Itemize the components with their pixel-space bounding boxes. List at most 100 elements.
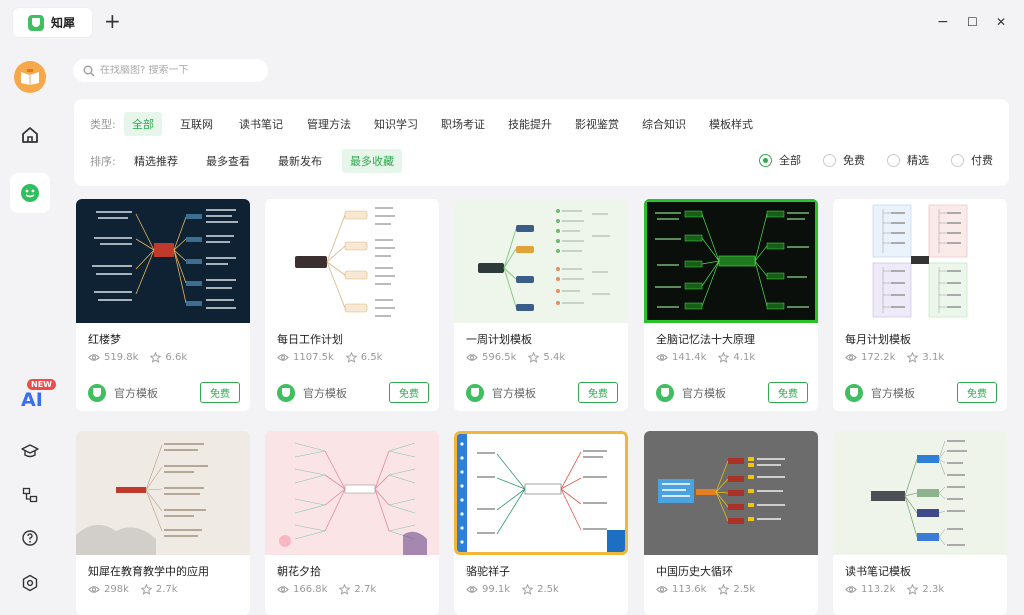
price-radio-free[interactable]: 免费 — [823, 152, 865, 168]
sort-chip-most-favorited[interactable]: 最多收藏 — [342, 149, 402, 173]
type-chip-film[interactable]: 影视鉴赏 — [567, 112, 627, 136]
card-footer: 官方模板 免费 — [277, 382, 429, 403]
card-stats: 172.2k 3.1k — [845, 352, 956, 363]
template-card[interactable]: 每月计划模板 172.2k 3.1k 官方模板 免费 — [833, 199, 1007, 411]
template-card[interactable]: 红楼梦 519.8k 6.6k 官方模板 免费 — [76, 199, 250, 411]
star-icon — [140, 584, 152, 595]
card-stars: 2.7k — [354, 584, 377, 595]
price-radio-featured[interactable]: 精选 — [887, 152, 929, 168]
eye-icon — [466, 354, 478, 361]
new-tab-button[interactable]: + — [104, 11, 121, 31]
star-icon — [150, 352, 162, 363]
template-card[interactable]: 一周计划模板 596.5k 5.4k 官方模板 免费 — [454, 199, 628, 411]
card-thumbnail — [454, 431, 628, 555]
card-footer: 官方模板 免费 — [656, 382, 808, 403]
template-community-icon — [21, 184, 39, 202]
template-card[interactable]: 朝花夕拾 166.8k 2.7k — [265, 431, 439, 615]
structure-icon — [22, 487, 38, 503]
price-radio-free-label: 免费 — [843, 154, 865, 167]
free-badge[interactable]: 免费 — [578, 382, 618, 403]
template-card[interactable]: 知犀在教育教学中的应用 298k 2.7k — [76, 431, 250, 615]
card-views: 172.2k — [861, 352, 896, 363]
type-chip-all[interactable]: 全部 — [124, 112, 162, 136]
card-views: 99.1k — [482, 584, 511, 595]
eye-icon — [656, 586, 668, 593]
search-input[interactable] — [100, 65, 260, 76]
sidebar-item-settings[interactable] — [10, 563, 50, 603]
card-stars: 5.4k — [543, 352, 566, 363]
card-author: 官方模板 — [682, 386, 726, 400]
eye-icon — [88, 354, 100, 361]
card-thumbnail — [76, 431, 250, 555]
eye-icon — [277, 586, 289, 593]
template-card[interactable]: 全脑记忆法十大原理 141.4k 4.1k 官方模板 免费 — [644, 199, 818, 411]
star-icon — [907, 352, 919, 363]
price-radio-all[interactable]: 全部 — [759, 152, 801, 168]
sidebar-item-help[interactable] — [10, 518, 50, 558]
sidebar-item-templates[interactable] — [10, 173, 50, 213]
card-author: 官方模板 — [871, 386, 915, 400]
sidebar-item-learn[interactable] — [10, 431, 50, 471]
type-chip-internet[interactable]: 互联网 — [172, 112, 221, 136]
sidebar: NEW AI — [0, 45, 60, 615]
maximize-button[interactable]: ☐ — [967, 14, 978, 30]
template-card[interactable]: 中国历史大循环 113.6k 2.5k — [644, 431, 818, 615]
price-radio-paid-label: 付费 — [971, 154, 993, 167]
card-thumbnail — [644, 431, 818, 555]
sort-chip-most-viewed[interactable]: 最多查看 — [198, 149, 258, 173]
card-title: 中国历史大循环 — [656, 565, 733, 578]
card-title: 全脑记忆法十大原理 — [656, 333, 755, 346]
type-chip-template-style[interactable]: 模板样式 — [701, 112, 761, 136]
card-stats: 519.8k 6.6k — [88, 352, 199, 363]
type-chip-reading-notes[interactable]: 读书笔记 — [231, 112, 291, 136]
filter-panel: 类型: 全部 互联网 读书笔记 管理方法 知识学习 职场考证 技能提升 影视鉴赏… — [74, 99, 1009, 186]
ai-assistant-button[interactable]: NEW AI — [21, 379, 56, 411]
star-icon — [339, 584, 351, 595]
card-views: 113.2k — [861, 584, 896, 595]
price-radio-featured-label: 精选 — [907, 154, 929, 167]
card-stars: 3.1k — [922, 352, 945, 363]
sort-chip-featured[interactable]: 精选推荐 — [126, 149, 186, 173]
card-thumbnail — [644, 199, 818, 323]
star-icon — [718, 352, 730, 363]
search-box[interactable] — [73, 59, 268, 82]
close-button[interactable]: ✕ — [996, 14, 1006, 30]
eye-icon — [466, 586, 478, 593]
avatar[interactable] — [14, 61, 46, 93]
sort-chip-newest[interactable]: 最新发布 — [270, 149, 330, 173]
author-logo-icon — [277, 383, 295, 402]
type-filter-label: 类型: — [90, 118, 116, 131]
star-icon — [718, 584, 730, 595]
template-card[interactable]: 读书笔记模板 113.2k 2.3k — [833, 431, 1007, 615]
template-card[interactable]: 骆驼祥子 99.1k 2.5k — [454, 431, 628, 615]
type-chip-management[interactable]: 管理方法 — [299, 112, 359, 136]
free-badge[interactable]: 免费 — [389, 382, 429, 403]
app-tab[interactable]: 知犀 — [13, 8, 92, 37]
card-thumbnail — [265, 431, 439, 555]
card-stats: 99.1k 2.5k — [466, 584, 571, 595]
card-thumbnail — [76, 199, 250, 323]
card-views: 519.8k — [104, 352, 139, 363]
star-icon — [522, 584, 534, 595]
card-author: 官方模板 — [303, 386, 347, 400]
minimize-button[interactable]: − — [937, 14, 949, 30]
eye-icon — [277, 354, 289, 361]
price-radio-paid[interactable]: 付费 — [951, 152, 993, 168]
book-icon — [21, 69, 39, 85]
type-chip-general[interactable]: 综合知识 — [634, 112, 694, 136]
home-icon — [22, 127, 38, 143]
free-badge[interactable]: 免费 — [200, 382, 240, 403]
card-footer: 官方模板 免费 — [845, 382, 997, 403]
free-badge[interactable]: 免费 — [957, 382, 997, 403]
sidebar-item-home[interactable] — [10, 115, 50, 155]
eye-icon — [845, 354, 857, 361]
card-title: 每日工作计划 — [277, 333, 343, 346]
type-chip-skills[interactable]: 技能提升 — [500, 112, 560, 136]
template-card[interactable]: 每日工作计划 1107.5k 6.5k 官方模板 免费 — [265, 199, 439, 411]
card-title: 知犀在教育教学中的应用 — [88, 565, 209, 578]
free-badge[interactable]: 免费 — [768, 382, 808, 403]
type-chip-career[interactable]: 职场考证 — [433, 112, 493, 136]
sidebar-item-structure[interactable] — [10, 475, 50, 515]
type-chip-knowledge[interactable]: 知识学习 — [366, 112, 426, 136]
card-stars: 2.5k — [733, 584, 756, 595]
